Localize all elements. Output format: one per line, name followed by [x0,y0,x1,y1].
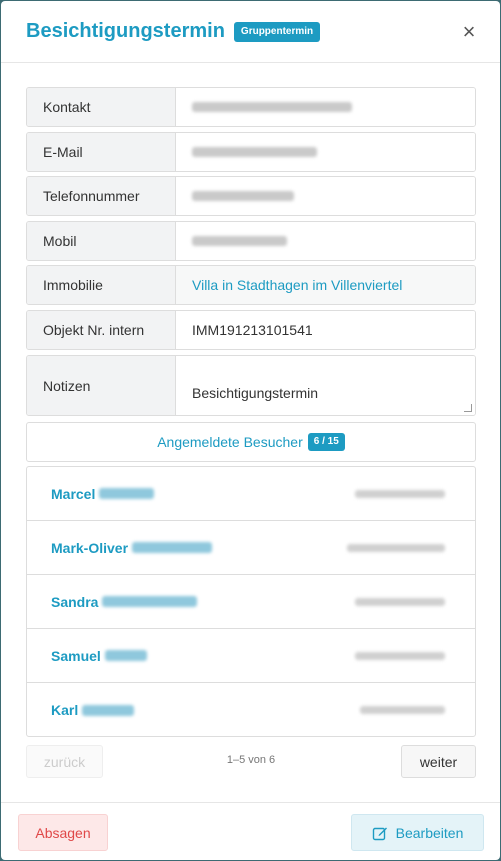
appointment-modal: Besichtigungstermin Gruppentermin × Kont… [1,1,500,860]
group-appointment-badge: Gruppentermin [233,21,321,42]
visitor-row[interactable]: Sandra [27,575,475,629]
object-nr-label: Objekt Nr. intern [27,311,176,349]
visitor-name[interactable]: Mark-Oliver [51,540,128,556]
modal-body: Kontakt E-Mail Telefonnummer Mobil Immob… [1,63,500,802]
edit-button-label: Bearbeiten [395,824,464,841]
modal-footer: Absagen Bearbeiten [1,802,500,860]
mobile-row: Mobil [26,221,476,261]
contact-value [176,88,475,126]
edit-icon [372,827,387,840]
mobile-label: Mobil [27,222,176,260]
cancel-appointment-button[interactable]: Absagen [18,814,108,851]
property-row: Immobilie Villa in Stadthagen im Villenv… [26,265,476,305]
visitor-name[interactable]: Samuel [51,648,101,664]
email-value[interactable] [176,133,475,171]
notes-text: Besichtigungstermin [192,384,319,401]
pagination: zurück 1–5 von 6 weiter [26,745,476,778]
visitor-row[interactable]: Mark-Oliver [27,521,475,575]
edit-button[interactable]: Bearbeiten [351,814,484,851]
visitor-row[interactable]: Karl [27,683,475,736]
close-icon[interactable]: × [458,21,480,43]
visitor-date-redacted [360,706,445,714]
property-label: Immobilie [27,266,176,304]
visitor-name[interactable]: Sandra [51,594,98,610]
email-label: E-Mail [27,133,176,171]
phone-value[interactable] [176,177,475,215]
object-nr-value: IMM191213101541 [176,311,475,349]
email-row: E-Mail [26,132,476,172]
object-nr-row: Objekt Nr. intern IMM191213101541 [26,310,476,350]
visitor-date-redacted [355,651,445,660]
visitor-row[interactable]: Samuel [27,629,475,683]
modal-title: Besichtigungstermin [26,20,225,42]
property-link[interactable]: Villa in Stadthagen im Villenviertel [176,266,475,304]
visitor-row[interactable]: Marcel [27,467,475,521]
visitor-list: Marcel Mark-Oliver Sandra Samuel Karl [26,466,476,737]
visitor-surname-redacted [102,596,198,607]
visitor-date-redacted [347,543,445,552]
visitor-date-redacted [355,597,445,606]
visitor-count-badge: 6 / 15 [307,433,345,451]
mobile-value[interactable] [176,222,475,260]
resize-handle-icon[interactable] [464,404,472,412]
phone-label: Telefonnummer [27,177,176,215]
visitor-surname-redacted [82,704,135,716]
visitor-surname-redacted [132,542,213,553]
visitor-surname-redacted [99,488,155,499]
visitor-name[interactable]: Karl [51,702,78,718]
notes-textarea[interactable]: Besichtigungstermin [176,356,475,415]
visitor-date-redacted [355,489,445,498]
notes-row: Notizen Besichtigungstermin [26,355,476,416]
visitors-header: Angemeldete Besucher 6 / 15 [26,422,476,462]
visitor-surname-redacted [104,650,147,661]
notes-label: Notizen [27,356,176,415]
phone-row: Telefonnummer [26,176,476,216]
contact-label: Kontakt [27,88,176,126]
modal-header: Besichtigungstermin Gruppentermin × [1,1,500,63]
visitor-name[interactable]: Marcel [51,486,95,502]
contact-row: Kontakt [26,87,476,127]
next-page-button[interactable]: weiter [401,745,476,778]
registered-visitors-link[interactable]: Angemeldete Besucher [157,434,303,450]
